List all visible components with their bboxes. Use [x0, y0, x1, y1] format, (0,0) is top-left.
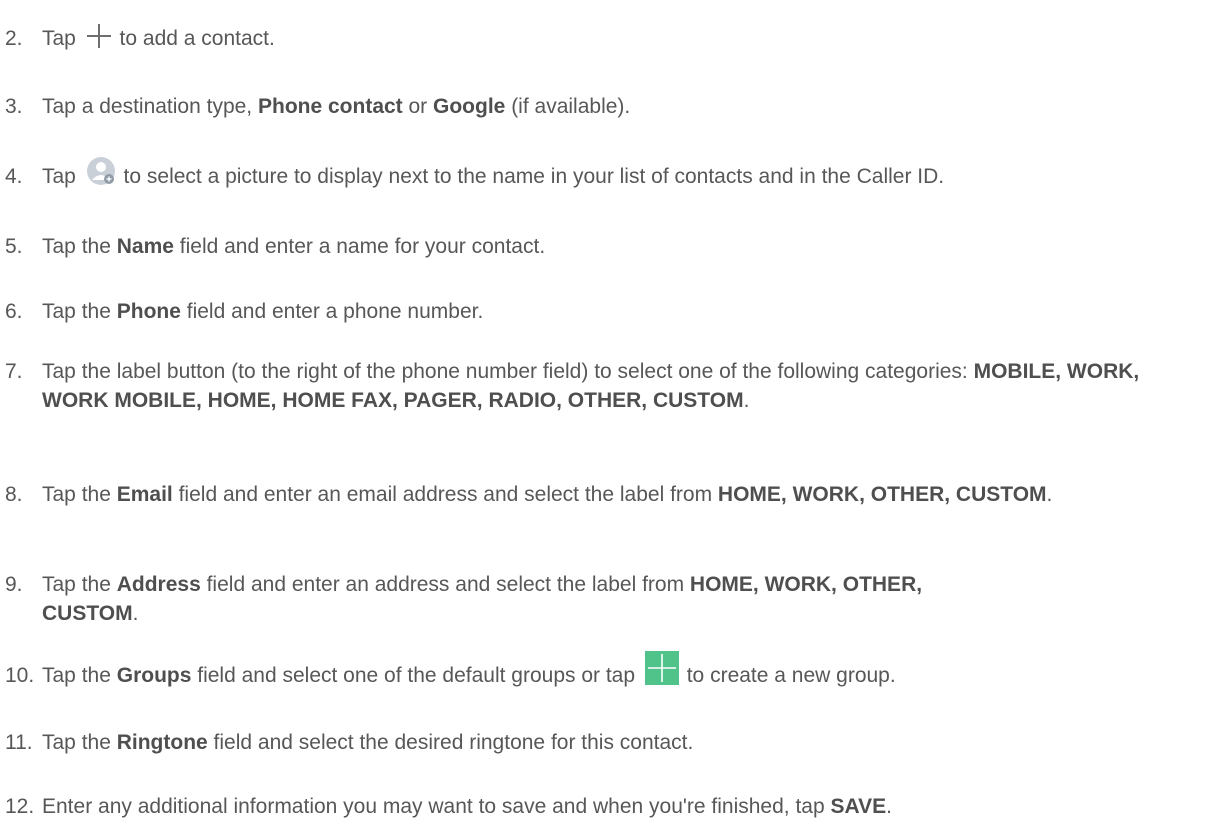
step-number: 11. — [5, 731, 33, 754]
step-number: 7. — [5, 360, 23, 383]
step-number: 2. — [5, 27, 23, 50]
green-plus-icon — [644, 651, 679, 686]
step-number: 5. — [5, 235, 23, 258]
instruction-list: 2. Tap to add a contact. 3. Tap a destin… — [0, 0, 1227, 837]
step-text: Tap the Phone field and enter a phone nu… — [42, 300, 484, 323]
plus-icon — [86, 23, 112, 49]
step-text: Tap a destination type, Phone contact or… — [42, 95, 631, 118]
step-text: Tap to add a contact. — [42, 24, 1222, 53]
step-text: Enter any additional information you may… — [42, 795, 892, 818]
step-text: Tap to select a picture to display next … — [42, 157, 1222, 191]
step-text: Tap the Name field and enter a name for … — [42, 235, 546, 258]
step-number: 6. — [5, 300, 23, 323]
step-number: 8. — [5, 483, 23, 506]
contact-photo-icon — [86, 156, 116, 186]
step-text: Tap the Email field and enter an email a… — [42, 483, 1053, 506]
step-number: 9. — [5, 573, 23, 596]
step-text: Tap the Groups field and select one of t… — [42, 651, 1222, 690]
step-text: Tap the Address field and enter an addre… — [42, 573, 923, 625]
step-number: 10. — [5, 664, 35, 687]
step-number: 4. — [5, 165, 23, 188]
step-text: Tap the Ringtone field and select the de… — [42, 731, 694, 754]
step-text: Tap the label button (to the right of th… — [42, 360, 1140, 412]
step-number: 3. — [5, 95, 23, 118]
step-number: 12. — [5, 795, 35, 818]
